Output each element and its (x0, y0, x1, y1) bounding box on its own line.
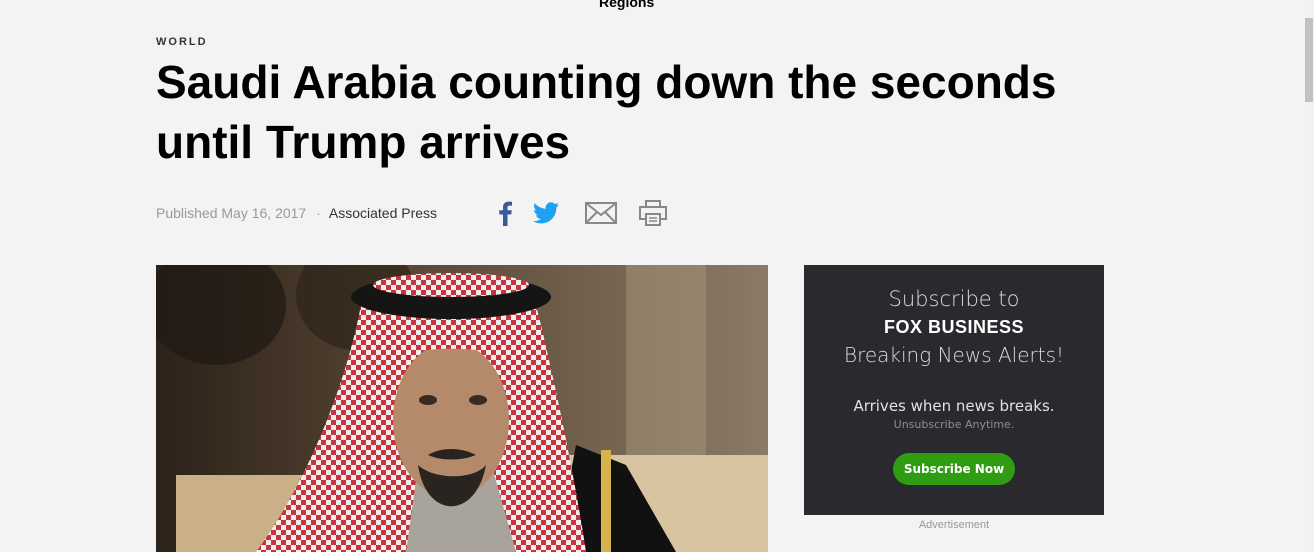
subscribe-now-button[interactable]: Subscribe Now (893, 453, 1015, 485)
facebook-icon (499, 201, 512, 226)
ad-alerts-text: Breaking News Alerts! (843, 343, 1065, 367)
print-button[interactable] (638, 199, 668, 227)
ad-arrives-text: Arrives when news breaks. (853, 397, 1055, 415)
print-icon (639, 200, 667, 226)
email-icon (585, 202, 617, 224)
page-scrollbar[interactable] (1304, 0, 1314, 552)
advertisement-label: Advertisement (918, 519, 990, 531)
author-link[interactable]: Associated Press (329, 205, 437, 221)
article-headline: Saudi Arabia counting down the seconds u… (156, 56, 1057, 168)
fox-business-logo: FOX BUSINESS (883, 317, 1025, 337)
hero-image (156, 265, 768, 552)
twitter-icon (533, 202, 559, 224)
share-facebook-button[interactable] (491, 199, 519, 227)
meta-separator: · (316, 205, 321, 221)
ad-subscribe-text: Subscribe to (888, 287, 1020, 311)
share-email-button[interactable] (584, 199, 618, 227)
article-category[interactable]: WORLD (156, 36, 208, 48)
article-meta: Published May 16, 2017 · Associated Press (156, 205, 437, 221)
scrollbar-thumb[interactable] (1305, 18, 1313, 102)
published-date: Published May 16, 2017 (156, 205, 307, 221)
share-bar (491, 199, 668, 227)
ad-subscribe-banner[interactable]: Subscribe to FOX BUSINESS Breaking News … (804, 265, 1104, 515)
nav-regions-link[interactable]: Regions (599, 0, 654, 10)
ad-unsubscribe-text: Unsubscribe Anytime. (893, 418, 1015, 431)
share-twitter-button[interactable] (532, 199, 560, 227)
